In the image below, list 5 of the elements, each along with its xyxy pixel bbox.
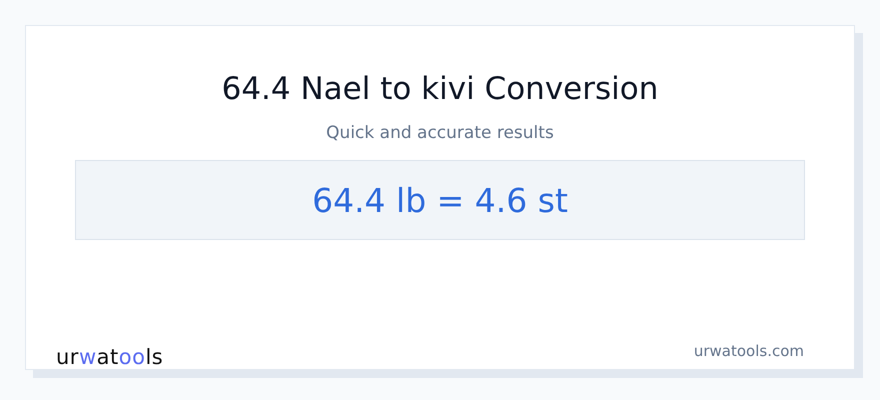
conversion-result: 64.4 lb = 4.6 st xyxy=(312,180,568,220)
subtitle: Quick and accurate results xyxy=(326,122,554,145)
logo: urwatools xyxy=(56,345,164,369)
site-address: urwatools.com xyxy=(694,342,804,360)
page-title: 64.4 Nael to kivi Conversion xyxy=(222,70,658,109)
